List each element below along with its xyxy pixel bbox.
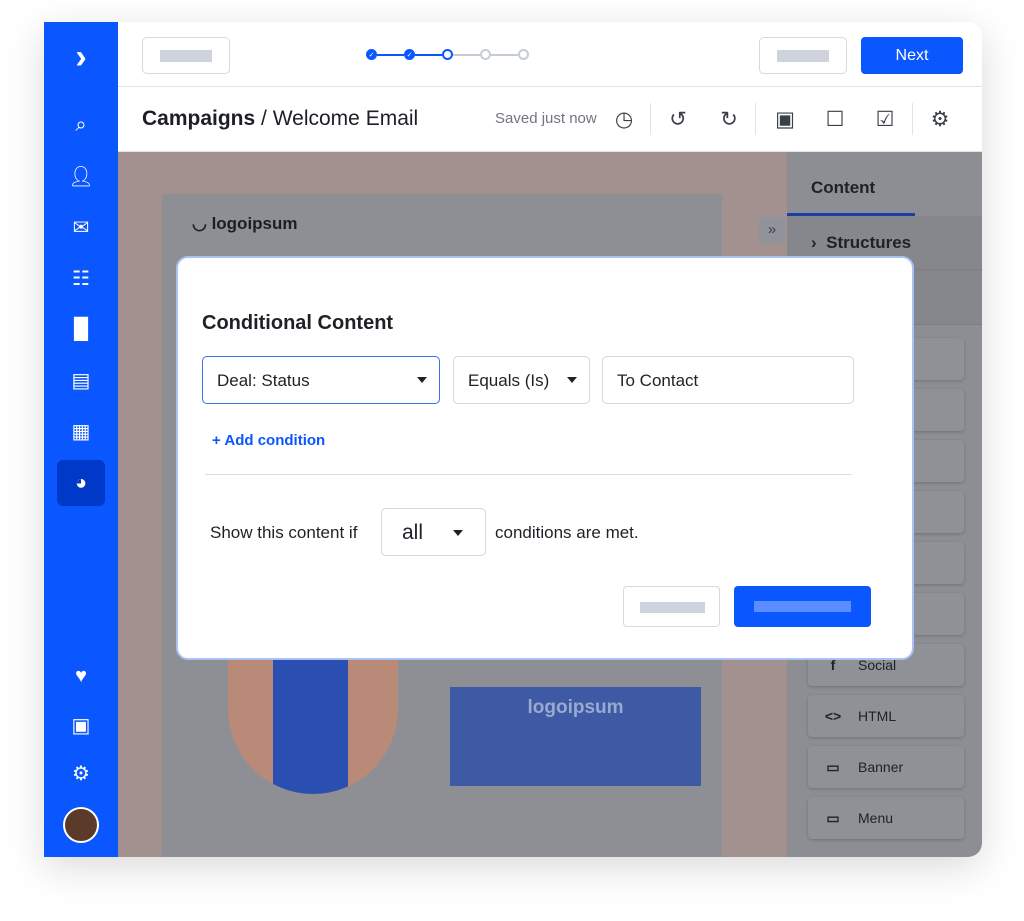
block-menu[interactable]: ▭ Menu xyxy=(808,797,964,839)
field-select[interactable]: Deal: Status xyxy=(202,356,440,404)
tab-content[interactable]: Content xyxy=(787,152,915,216)
history-icon[interactable]: ◷ xyxy=(610,105,638,133)
gear-icon[interactable]: ⚙ xyxy=(57,750,105,796)
reports-icon[interactable]: ◕ xyxy=(57,460,105,506)
add-condition-link[interactable]: + Add condition xyxy=(212,432,325,449)
cancel-button[interactable] xyxy=(623,586,720,627)
code-icon: <> xyxy=(824,708,842,724)
email-icon[interactable]: ✉ xyxy=(57,204,105,250)
breadcrumb: Campaigns / Welcome Email xyxy=(142,107,419,130)
contacts-icon[interactable]: 👤︎ xyxy=(57,153,105,199)
checklist-icon[interactable]: ☑ xyxy=(871,105,899,133)
next-button[interactable]: Next xyxy=(861,37,963,74)
top-bar: ✓ ✓ Next xyxy=(118,22,982,87)
block-banner[interactable]: ▭ Banner xyxy=(808,746,964,788)
automations-icon[interactable]: ☷ xyxy=(57,255,105,301)
avatar[interactable] xyxy=(57,802,105,848)
redo-icon[interactable]: ↻ xyxy=(715,105,743,133)
block-html[interactable]: <> HTML xyxy=(808,695,964,737)
email-image xyxy=(228,649,398,794)
preview-icon[interactable]: ☐ xyxy=(821,105,849,133)
save-button[interactable] xyxy=(734,586,871,627)
collapse-panel-icon[interactable]: » xyxy=(759,217,785,243)
dialog-title: Conditional Content xyxy=(202,312,394,334)
step-todo-icon xyxy=(480,49,491,60)
progress-stepper: ✓ ✓ xyxy=(366,49,529,60)
match-select[interactable]: all xyxy=(381,508,486,556)
conversations-icon[interactable]: ▤ xyxy=(57,357,105,403)
step-todo-icon xyxy=(518,49,529,60)
banner-icon: ▭ xyxy=(826,758,840,775)
step-current-icon xyxy=(442,49,453,60)
sidebar: › ⌕ 👤︎ ✉ ☷ ▐▌ ▤ ▦ ◕ ♥ ▣ ⚙ xyxy=(44,22,118,857)
secondary-button[interactable] xyxy=(759,37,847,74)
search-icon[interactable]: ⌕ xyxy=(57,102,105,148)
menu-icon: ▭ xyxy=(826,809,840,826)
heart-icon[interactable]: ♥ xyxy=(57,653,105,699)
chevron-down-icon xyxy=(567,377,577,383)
undo-icon[interactable]: ↺ xyxy=(664,105,692,133)
page-title: Welcome Email xyxy=(272,107,419,130)
editor-header: Campaigns / Welcome Email Saved just now… xyxy=(118,87,982,152)
saved-status: Saved just now xyxy=(495,110,597,127)
chevron-down-icon xyxy=(453,530,463,536)
logo-icon[interactable]: › xyxy=(57,34,105,80)
operator-select[interactable]: Equals (Is) xyxy=(453,356,590,404)
back-button[interactable] xyxy=(142,37,230,74)
email-logo: ◡ logoipsum xyxy=(192,214,298,233)
code-editor-icon[interactable]: ▣ xyxy=(771,105,799,133)
email-banner: logoipsum xyxy=(450,687,701,786)
chevron-down-icon xyxy=(417,377,427,383)
breadcrumb-campaigns[interactable]: Campaigns xyxy=(142,107,255,130)
conditional-content-dialog: Conditional Content Deal: Status Equals … xyxy=(176,256,914,660)
settings-icon[interactable]: ⚙ xyxy=(926,105,954,133)
step-done-icon: ✓ xyxy=(404,49,415,60)
value-input[interactable]: To Contact xyxy=(602,356,854,404)
pipelines-icon[interactable]: ▐▌ xyxy=(57,306,105,352)
step-done-icon: ✓ xyxy=(366,49,377,60)
divider xyxy=(205,474,852,475)
site-icon[interactable]: ▦ xyxy=(57,408,105,454)
apps-icon[interactable]: ▣ xyxy=(57,702,105,748)
